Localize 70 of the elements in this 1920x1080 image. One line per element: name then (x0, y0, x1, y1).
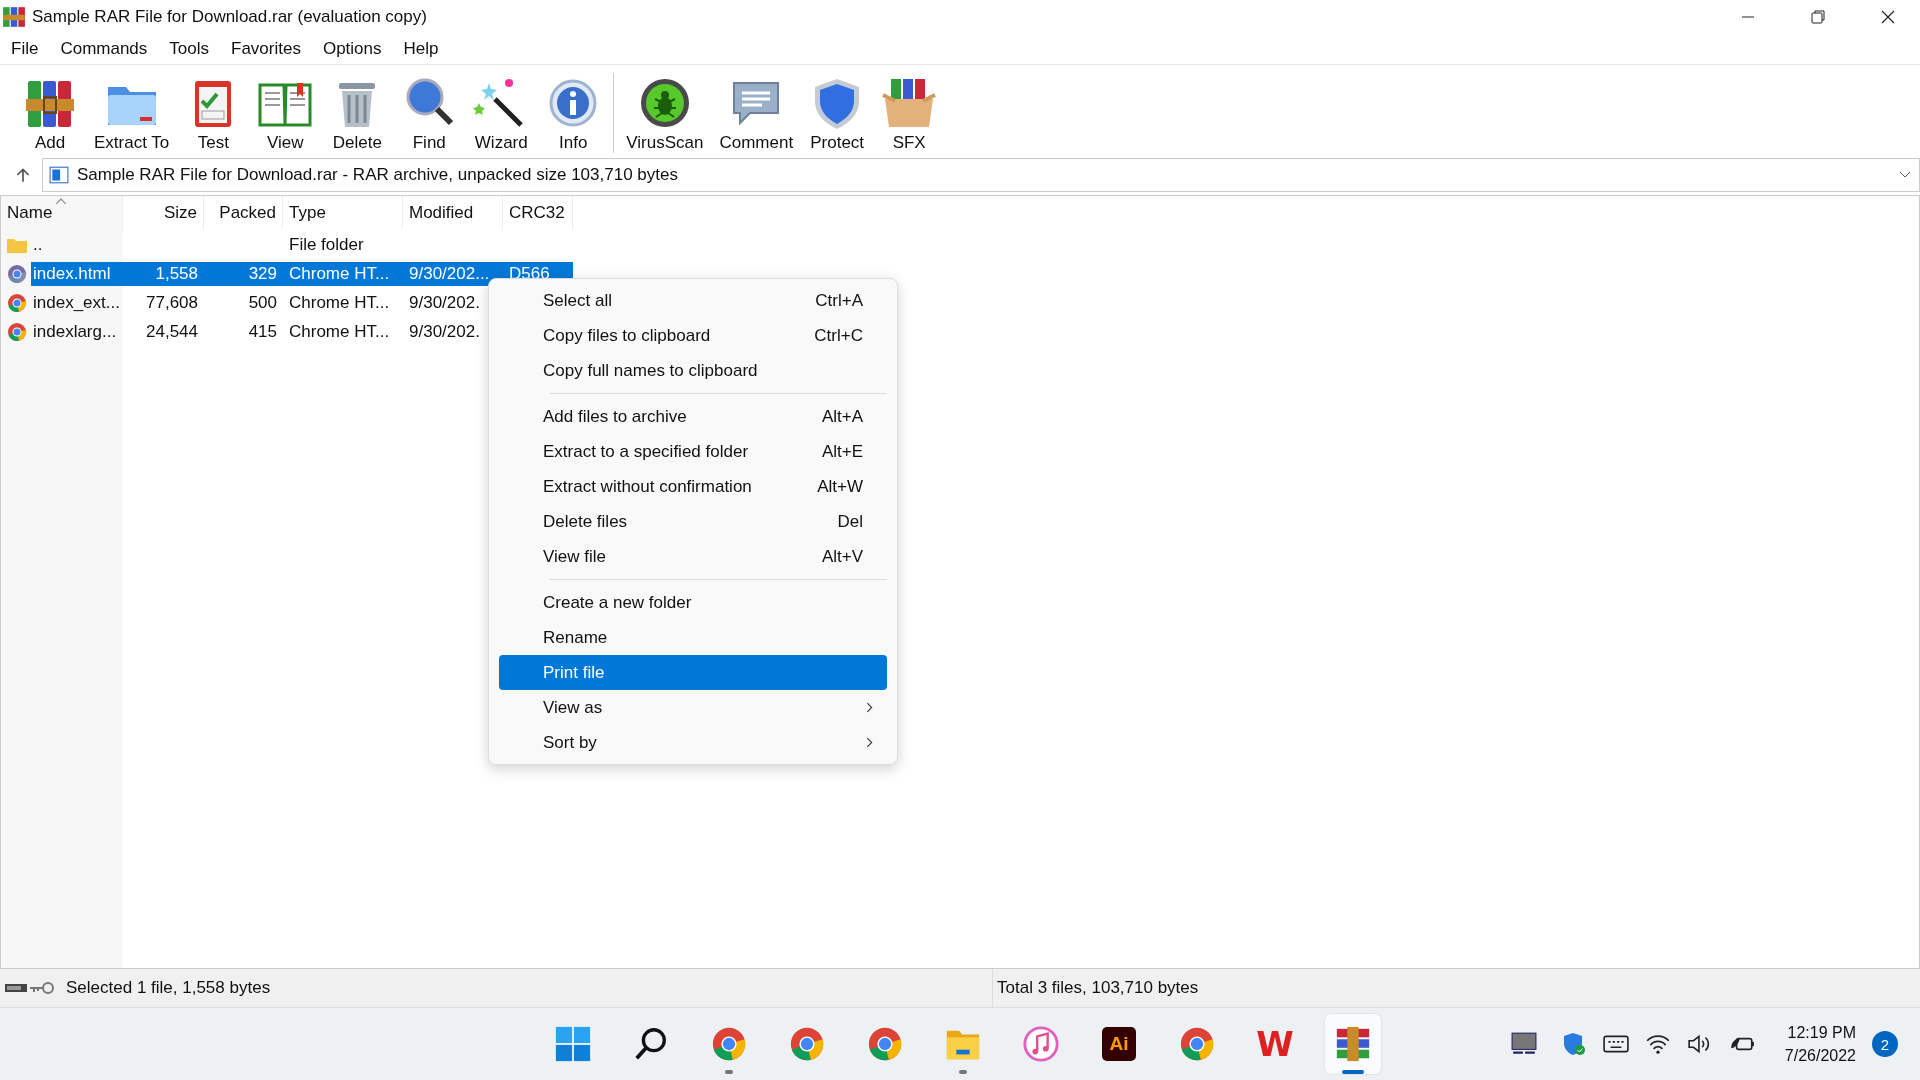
toolbar-button[interactable]: Test (177, 75, 250, 153)
column-header[interactable]: Type (283, 196, 403, 230)
music-note-icon (1022, 1025, 1060, 1063)
taskbar-app[interactable]: W (1247, 1014, 1303, 1074)
chrome-icon (1178, 1025, 1216, 1063)
archive-icon (49, 166, 69, 184)
toolbar-button[interactable]: Comment (711, 75, 802, 153)
chrome-icon (710, 1025, 748, 1063)
toolbar-button[interactable]: Extract To (86, 75, 178, 153)
chevron-down-icon[interactable] (1899, 171, 1911, 179)
address-field[interactable]: Sample RAR File for Download.rar - RAR archive, unpacked size 103,710 bytes (42, 158, 1920, 192)
column-header[interactable]: Name (1, 196, 123, 230)
close-icon[interactable] (1880, 9, 1896, 25)
toolbar-button[interactable]: Protect (801, 75, 874, 153)
menu-item[interactable]: View file Alt+V (499, 539, 887, 574)
toolbar-button[interactable]: SFX (873, 75, 946, 153)
taskbar-app[interactable]: Ai (1091, 1014, 1147, 1074)
wifi-icon[interactable] (1644, 1032, 1671, 1056)
toolbar-button[interactable]: VirusScan (618, 75, 712, 153)
toolbar-button[interactable]: Delete (321, 75, 394, 153)
menu-item[interactable]: Extract to a specified folder Alt+E (499, 434, 887, 469)
books-icon (1334, 1025, 1372, 1063)
menu-item[interactable]: Favorites (231, 39, 311, 59)
column-header[interactable]: Packed (204, 196, 283, 230)
menu-item[interactable]: Copy full names to clipboard (499, 353, 887, 388)
menu-item[interactable]: Create a new folder (499, 585, 887, 620)
restore-icon[interactable] (1810, 9, 1826, 25)
column-header[interactable]: Size (123, 196, 204, 230)
chrome-icon (866, 1025, 904, 1063)
column-header[interactable]: Modified (403, 196, 503, 230)
toolbar-button[interactable]: Info (537, 75, 610, 153)
chrome-icon (7, 321, 27, 342)
menu-item[interactable]: Tools (169, 39, 219, 59)
toolbar-button[interactable]: View (249, 75, 322, 153)
notification-count[interactable]: 2 (1872, 1031, 1898, 1057)
menu-item[interactable]: Delete files Del (499, 504, 887, 539)
menu-item[interactable]: Rename (499, 620, 887, 655)
chrome-icon (7, 263, 27, 284)
clock-time[interactable]: 12:19 PM (1787, 1021, 1856, 1044)
menu-item[interactable]: Print file (499, 655, 887, 690)
app-logo: W (1256, 1027, 1294, 1061)
windows-icon (554, 1025, 592, 1063)
clock-date[interactable]: 7/26/2022 (1784, 1044, 1856, 1067)
menu-item[interactable]: File (11, 39, 49, 59)
drive-key-icon (4, 981, 56, 995)
file-row[interactable]: .. File folder (31, 232, 573, 257)
monitor-icon[interactable] (1510, 1032, 1537, 1056)
status-text: Total 3 files, 103,710 bytes (997, 978, 1199, 998)
chevron-right-icon (866, 737, 873, 748)
menu-item[interactable]: Sort by (499, 725, 887, 760)
menu-item[interactable]: Copy files to clipboard Ctrl+C (499, 318, 887, 353)
app-logo: Ai (1102, 1027, 1136, 1061)
menu-item[interactable]: Select all Ctrl+A (499, 283, 887, 318)
chrome-icon (7, 292, 27, 313)
chrome-icon (788, 1025, 826, 1063)
menu-item[interactable]: Extract without confirmation Alt+W (499, 469, 887, 504)
menu-item[interactable]: Options (322, 39, 392, 59)
books-icon (2, 5, 26, 29)
menu-item[interactable]: View as (499, 690, 887, 725)
toolbar-button[interactable]: Find (393, 75, 466, 153)
menu-item[interactable]: Help (403, 39, 449, 59)
column-header[interactable]: CRC32 (503, 196, 573, 230)
menu-item[interactable]: Add files to archive Alt+A (499, 399, 887, 434)
toolbar-button[interactable]: Add (14, 75, 86, 153)
menu-item[interactable]: Commands (60, 39, 158, 59)
status-text: Selected 1 file, 1,558 bytes (66, 978, 271, 998)
up-arrow-icon[interactable] (14, 166, 32, 184)
window-title: Sample RAR File for Download.rar (evaluation copy) (32, 7, 427, 27)
toolbar-button[interactable]: Wizard (465, 75, 538, 153)
chevron-right-icon (866, 702, 873, 713)
